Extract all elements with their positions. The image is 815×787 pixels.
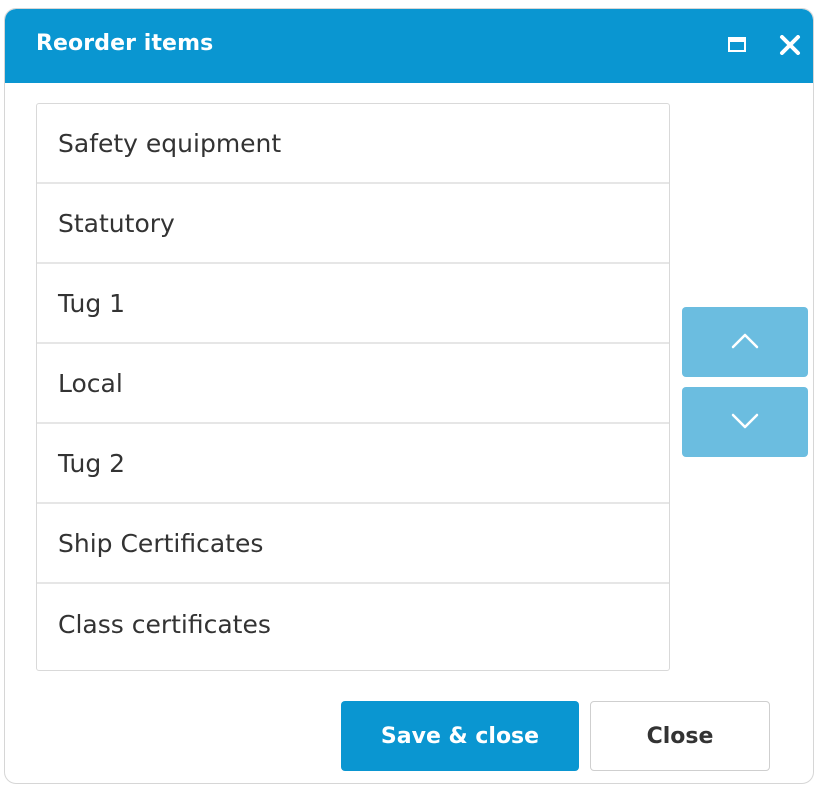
list-item[interactable]: Local — [37, 344, 669, 424]
dialog-title: Reorder items — [36, 31, 214, 56]
chevron-up-icon — [731, 333, 759, 349]
save-and-close-button[interactable]: Save & close — [341, 701, 579, 771]
close-dialog-button[interactable] — [773, 27, 809, 63]
list-item[interactable]: Tug 1 — [37, 264, 669, 344]
close-button[interactable]: Close — [590, 701, 770, 771]
list-item-label: Safety equipment — [58, 128, 282, 158]
list-item[interactable]: Tug 2 — [37, 424, 669, 504]
list-item-label: Statutory — [58, 208, 175, 238]
dialog-titlebar: Reorder items — [5, 9, 813, 83]
list-item-label: Tug 2 — [58, 448, 126, 478]
move-down-button[interactable] — [682, 387, 808, 457]
list-item[interactable]: Statutory — [37, 184, 669, 264]
move-up-button[interactable] — [682, 307, 808, 377]
list-item-label: Tug 1 — [58, 288, 126, 318]
reorder-dialog: Reorder items Safety equipment Statutory… — [4, 8, 814, 784]
list-item-label: Class certificates — [58, 609, 271, 639]
maximize-icon — [728, 37, 746, 52]
list-item[interactable]: Class certificates — [37, 584, 669, 664]
list-item[interactable]: Ship Certificates — [37, 504, 669, 584]
reorder-list[interactable]: Safety equipment Statutory Tug 1 Local T… — [36, 103, 670, 671]
list-item-label: Ship Certificates — [58, 528, 264, 558]
list-item-label: Local — [58, 368, 123, 398]
chevron-down-icon — [731, 413, 759, 429]
maximize-button[interactable] — [721, 27, 757, 63]
close-icon — [780, 35, 800, 55]
list-item[interactable]: Safety equipment — [37, 104, 669, 184]
